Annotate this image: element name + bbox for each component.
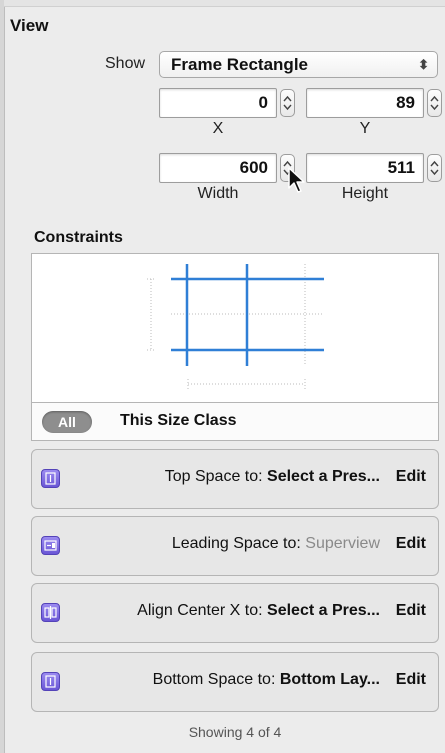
- constraint-label: Align Center X to:: [137, 602, 263, 619]
- stepper-arrows-icon: [283, 95, 292, 111]
- x-field[interactable]: 0: [159, 88, 277, 118]
- edit-button[interactable]: Edit: [396, 468, 426, 486]
- edit-button[interactable]: Edit: [396, 671, 426, 689]
- constraint-target: Select a Pres...: [267, 602, 380, 619]
- constraint-label: Leading Space to:: [171, 535, 301, 552]
- height-field[interactable]: 511: [306, 153, 424, 183]
- constraint-row-top-space[interactable]: Top Space to: Select a Pres... Edit: [31, 449, 439, 509]
- constraint-row-bottom-space[interactable]: Bottom Space to: Bottom Lay... Edit: [31, 652, 439, 712]
- constraint-row-align-center-x[interactable]: Align Center X to: Select a Pres... Edit: [31, 583, 439, 643]
- stepper-arrows-icon: [430, 95, 439, 111]
- height-caption: Height: [341, 185, 389, 202]
- panel-top-divider: [4, 0, 445, 7]
- x-caption: X: [212, 120, 224, 137]
- show-select-value: Frame Rectangle: [171, 55, 308, 74]
- show-label: Show: [105, 55, 146, 72]
- constraints-count: Showing 4 of 4: [188, 724, 282, 740]
- x-stepper[interactable]: [280, 89, 295, 117]
- panel-edge: [0, 0, 5, 753]
- edit-button[interactable]: Edit: [396, 535, 426, 553]
- leading-spacing-icon: [41, 536, 60, 555]
- size-class-all-button[interactable]: All: [42, 411, 92, 433]
- width-caption: Width: [197, 185, 239, 202]
- constraint-row-leading-space[interactable]: Leading Space to: Superview Edit: [31, 516, 439, 576]
- constraint-label: Bottom Space to:: [152, 671, 276, 688]
- constraints-diagram: [31, 253, 439, 403]
- size-class-label: This Size Class: [120, 412, 237, 429]
- constraint-target: Select a Pres...: [267, 468, 380, 485]
- vertical-spacing-icon: [41, 469, 60, 488]
- center-x-alignment-icon: [41, 603, 60, 622]
- y-stepper[interactable]: [427, 89, 442, 117]
- height-stepper[interactable]: [427, 154, 442, 182]
- vertical-spacing-icon: [41, 672, 60, 691]
- constraint-grid-icon: [147, 264, 324, 389]
- width-field[interactable]: 600: [159, 153, 277, 183]
- y-caption: Y: [359, 120, 371, 137]
- mouse-cursor-icon: [288, 167, 305, 193]
- stepper-arrows-icon: [430, 160, 439, 176]
- constraint-target: Bottom Lay...: [279, 671, 380, 688]
- size-class-bar: All This Size Class: [31, 403, 439, 441]
- constraint-target: Superview: [305, 535, 380, 552]
- y-field[interactable]: 89: [306, 88, 424, 118]
- show-select[interactable]: Frame Rectangle ⬍: [159, 51, 438, 78]
- view-heading: View: [10, 16, 49, 35]
- select-arrows-icon: ⬍: [418, 57, 429, 72]
- constraint-label: Top Space to:: [164, 468, 263, 485]
- constraints-heading: Constraints: [34, 229, 123, 246]
- edit-button[interactable]: Edit: [396, 602, 426, 620]
